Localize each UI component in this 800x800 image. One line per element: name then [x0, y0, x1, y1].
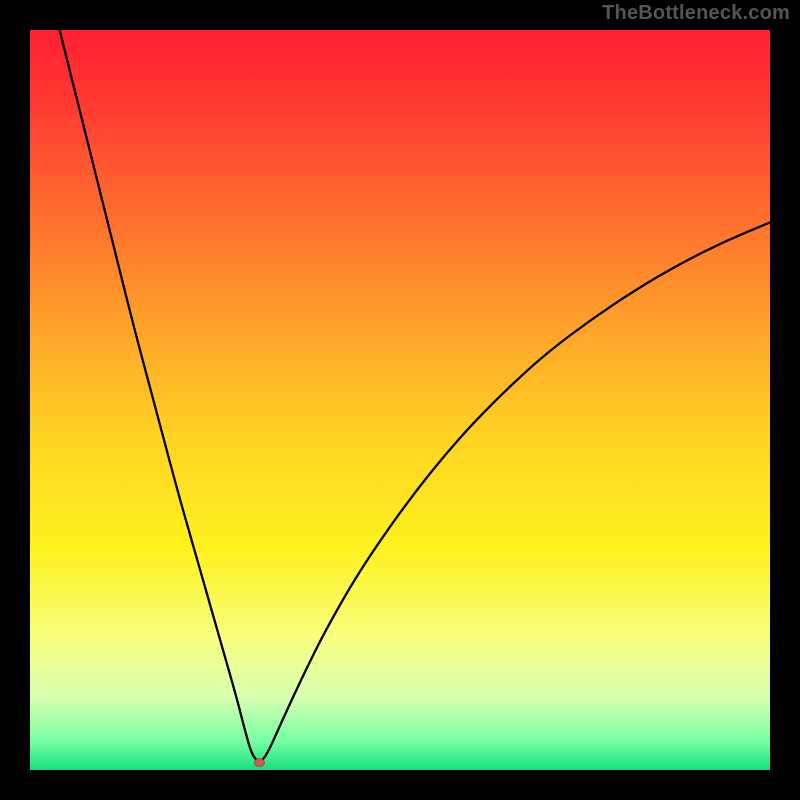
watermark-text: TheBottleneck.com: [602, 2, 790, 25]
chart-svg: [30, 30, 770, 770]
chart-frame: TheBottleneck.com: [0, 0, 800, 800]
plot-area: [30, 30, 770, 770]
gradient-background: [30, 30, 770, 770]
optimal-point-marker: [254, 759, 264, 767]
